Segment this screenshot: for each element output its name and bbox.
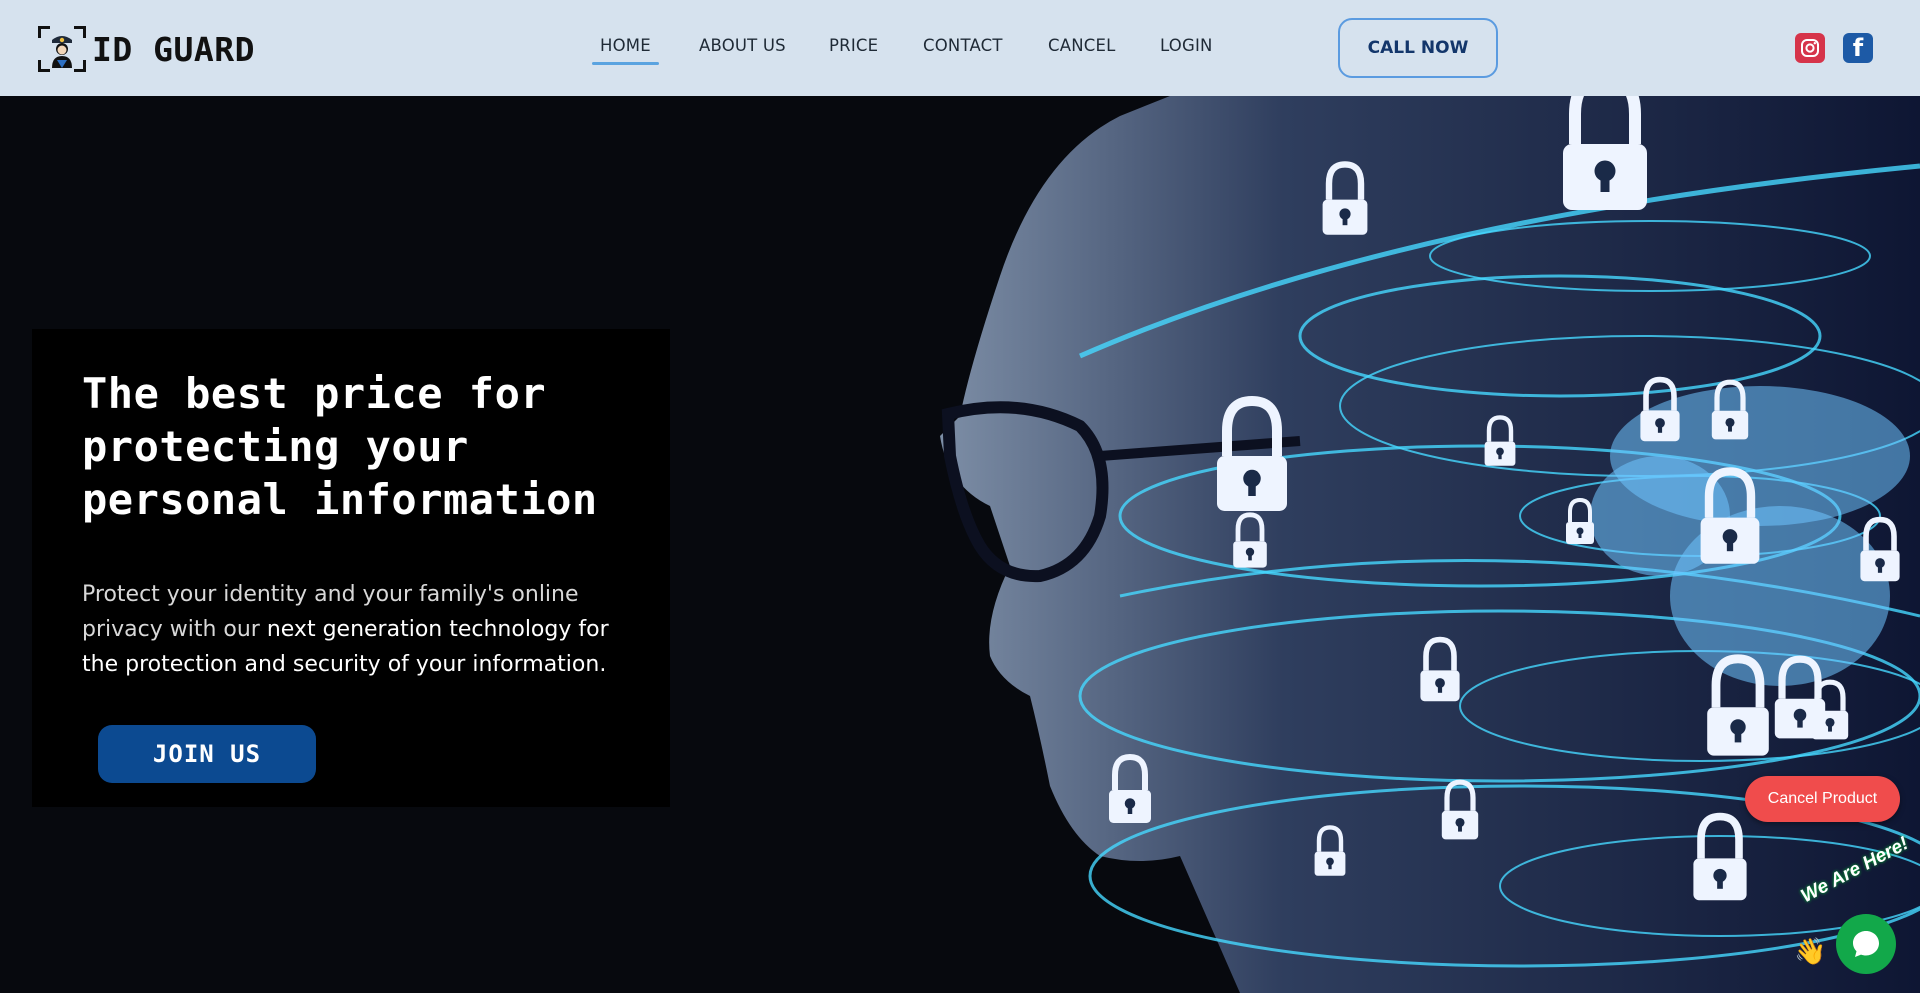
facebook-icon[interactable]: f (1843, 33, 1873, 63)
brand-name: ID GUARD (92, 29, 255, 69)
call-now-button[interactable]: CALL NOW (1338, 18, 1498, 78)
top-navbar: ID GUARD HOME ABOUT US PRICE CONTACT CAN… (0, 0, 1920, 96)
brand-logo[interactable]: ID GUARD (38, 26, 255, 72)
instagram-icon[interactable] (1795, 33, 1825, 63)
hero-card: The best price for protecting your perso… (32, 329, 670, 807)
join-us-button[interactable]: JOIN US (98, 725, 316, 783)
nav-contact-link[interactable]: CONTACT (923, 36, 1003, 55)
hero-description: Protect your identity and your family's … (82, 577, 632, 682)
nav-price-link[interactable]: PRICE (829, 36, 878, 55)
chat-bubble-icon[interactable] (1836, 914, 1896, 974)
hero-section: The best price for protecting your perso… (0, 96, 1920, 993)
guard-officer-icon (38, 26, 86, 72)
hero-headline: The best price for protecting your perso… (82, 369, 598, 524)
nav-cancel-link[interactable]: CANCEL (1048, 36, 1116, 55)
nav-login-link[interactable]: LOGIN (1160, 36, 1213, 55)
cancel-product-button[interactable]: Cancel Product (1745, 776, 1900, 822)
chat-widget[interactable]: We Are Here! 👋 (1792, 833, 1920, 993)
waving-hand-icon: 👋 (1794, 936, 1827, 966)
nav-about-link[interactable]: ABOUT US (699, 36, 786, 55)
nav-home-link[interactable]: HOME (592, 36, 659, 65)
